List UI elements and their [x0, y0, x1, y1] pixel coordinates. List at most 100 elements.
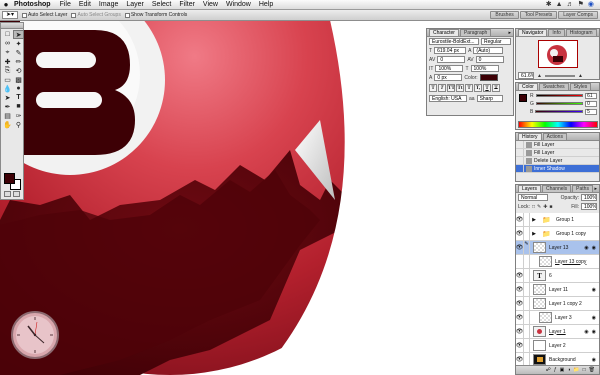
red-value-field[interactable]: 61 [585, 92, 597, 99]
shape-tool-icon[interactable]: ■ [13, 102, 24, 111]
layer-row-layer-1-copy-2[interactable]: 👁 Layer 1 copy 2 [516, 296, 599, 311]
tab-color[interactable]: Color [518, 83, 538, 90]
fill-field[interactable]: 100% [581, 203, 597, 210]
menu-select[interactable]: Select [148, 1, 175, 8]
all-caps-button[interactable]: TT [447, 84, 455, 92]
green-value-field[interactable]: 0 [585, 100, 597, 107]
tracking-field[interactable]: 0 [475, 56, 504, 63]
show-transform-controls-checkbox[interactable]: Show Transform Controls [124, 12, 187, 18]
volume-icon[interactable]: ♬ [567, 0, 574, 9]
layer-row-layer-13[interactable]: 👁 ✎ Layer 13 ◉ ◉ [516, 240, 599, 255]
apple-menu-icon[interactable]: ● [0, 0, 12, 10]
tab-history[interactable]: History [518, 133, 542, 140]
fx-icon[interactable]: ◉ [592, 245, 596, 251]
tab-actions[interactable]: Actions [542, 133, 567, 140]
layers-menu-icon[interactable]: ▸ [594, 186, 597, 192]
menu-edit[interactable]: Edit [75, 1, 95, 8]
eye-icon[interactable]: 👁 [516, 213, 524, 227]
history-item[interactable]: Fill Layer [516, 141, 599, 149]
subscript-button[interactable]: T, [474, 84, 482, 92]
antialias-select[interactable]: Sharp [476, 95, 503, 102]
tab-character[interactable]: Character [429, 29, 459, 36]
lock-image-icon[interactable]: ✎ [537, 204, 541, 210]
bluetooth-icon[interactable]: ✱ [546, 0, 552, 9]
eye-icon[interactable]: 👁 [516, 240, 524, 255]
red-slider[interactable] [535, 94, 584, 97]
auto-select-groups-checkbox[interactable]: Auto Select Groups [71, 12, 121, 18]
add-style-icon[interactable]: ƒ [554, 367, 557, 373]
menu-help[interactable]: Help [255, 1, 277, 8]
lock-transparency-icon[interactable]: □ [532, 204, 535, 210]
foreground-color-swatch[interactable] [4, 173, 15, 184]
lock-all-icon[interactable]: ■ [549, 204, 552, 210]
eyedropper-icon[interactable]: ✑ [13, 111, 24, 120]
eye-icon[interactable]: 👁 [516, 268, 524, 283]
move-tool-icon[interactable]: ➤ [13, 30, 24, 39]
wifi-icon[interactable]: ▲ [556, 0, 563, 9]
disclosure-triangle-icon[interactable]: ▶ [531, 217, 537, 223]
marquee-tool-icon[interactable]: □ [2, 30, 13, 39]
history-item[interactable]: Delete Layer [516, 157, 599, 165]
horizontal-scale-field[interactable]: 100% [470, 65, 499, 72]
palette-menu-icon[interactable]: ▸ [508, 30, 511, 36]
faux-bold-button[interactable]: T [429, 84, 437, 92]
leading-field[interactable]: (Auto) [473, 47, 504, 54]
well-brushes[interactable]: Brushes [490, 11, 519, 19]
eye-hidden-icon[interactable] [516, 254, 524, 269]
standard-mode-button[interactable] [4, 191, 11, 197]
blur-tool-icon[interactable]: 💧 [2, 84, 13, 93]
tab-styles[interactable]: Styles [569, 83, 592, 90]
hand-tool-icon[interactable]: ✋ [2, 120, 13, 129]
eraser-tool-icon[interactable]: ▭ [2, 75, 13, 84]
layer-row-layer-2[interactable]: 👁 Layer 2 [516, 338, 599, 353]
layer-row-group-1-copy[interactable]: 👁 ▶ 📁 Group 1 copy [516, 226, 599, 241]
history-item[interactable]: Fill Layer [516, 149, 599, 157]
dodge-tool-icon[interactable]: ● [13, 84, 24, 93]
crop-tool-icon[interactable]: ⌖ [2, 48, 13, 57]
add-mask-icon[interactable]: ▣ [560, 367, 565, 373]
layer-row-background[interactable]: 👁 Background ◉ [516, 352, 599, 365]
text-color-swatch[interactable] [479, 74, 498, 81]
layer-row-layer-11[interactable]: 👁 Layer 11 ◉ [516, 282, 599, 297]
eye-icon[interactable]: 👁 [516, 352, 524, 365]
fx-icon[interactable]: ◉ [592, 329, 596, 335]
zoom-in-icon[interactable]: ▲ [578, 73, 583, 79]
zoom-slider[interactable] [544, 74, 575, 77]
tab-layers[interactable]: Layers [518, 185, 542, 192]
eye-icon[interactable]: 👁 [516, 338, 524, 353]
menu-view[interactable]: View [199, 1, 222, 8]
eye-icon[interactable]: 👁 [516, 310, 524, 325]
auto-select-layer-checkbox[interactable]: Auto Select Layer [22, 12, 67, 18]
pen-tool-icon[interactable]: ✒ [2, 102, 13, 111]
menu-filter[interactable]: Filter [175, 1, 199, 8]
lasso-tool-icon[interactable]: ∞ [2, 39, 13, 48]
baseline-shift-field[interactable]: 0 px [434, 74, 463, 81]
menu-layer[interactable]: Layer [122, 1, 148, 8]
green-slider[interactable] [535, 102, 584, 105]
layer-row-group-1[interactable]: 👁 ▶ 📁 Group 1 [516, 213, 599, 227]
menu-file[interactable]: File [56, 1, 75, 8]
slice-tool-icon[interactable]: ✎ [13, 48, 24, 57]
input-menu-icon[interactable]: ⚑ [578, 0, 584, 9]
layer-row-layer-3[interactable]: 👁 Layer 3 ◉ [516, 310, 599, 325]
tab-paths[interactable]: Paths [572, 185, 593, 192]
vertical-scale-field[interactable]: 100% [435, 65, 464, 72]
font-size-field[interactable]: 619.04 px [434, 47, 467, 54]
eye-icon[interactable]: 👁 [516, 324, 524, 339]
notes-tool-icon[interactable]: ▤ [2, 111, 13, 120]
menu-window[interactable]: Window [222, 1, 255, 8]
fx-icon[interactable]: ◉ [592, 315, 596, 321]
zoom-level-field[interactable]: 61.6% [518, 72, 534, 79]
well-tool-presets[interactable]: Tool Presets [519, 11, 558, 19]
kerning-field[interactable]: 0 [437, 56, 466, 63]
underline-button[interactable]: T [483, 84, 491, 92]
well-layer-comps[interactable]: Layer Comps [558, 11, 598, 19]
trash-icon[interactable]: 🗑 [589, 367, 595, 373]
eye-icon[interactable]: 👁 [516, 296, 524, 311]
history-item-selected[interactable]: Inner Shadow [516, 165, 599, 173]
brush-tool-icon[interactable]: ✏ [13, 57, 24, 66]
superscript-button[interactable]: T [465, 84, 473, 92]
navigator-thumbnail[interactable] [538, 40, 578, 68]
disclosure-triangle-icon[interactable]: ▶ [531, 231, 537, 237]
font-family-select[interactable]: Eurostile-BoldExt... [429, 38, 479, 45]
